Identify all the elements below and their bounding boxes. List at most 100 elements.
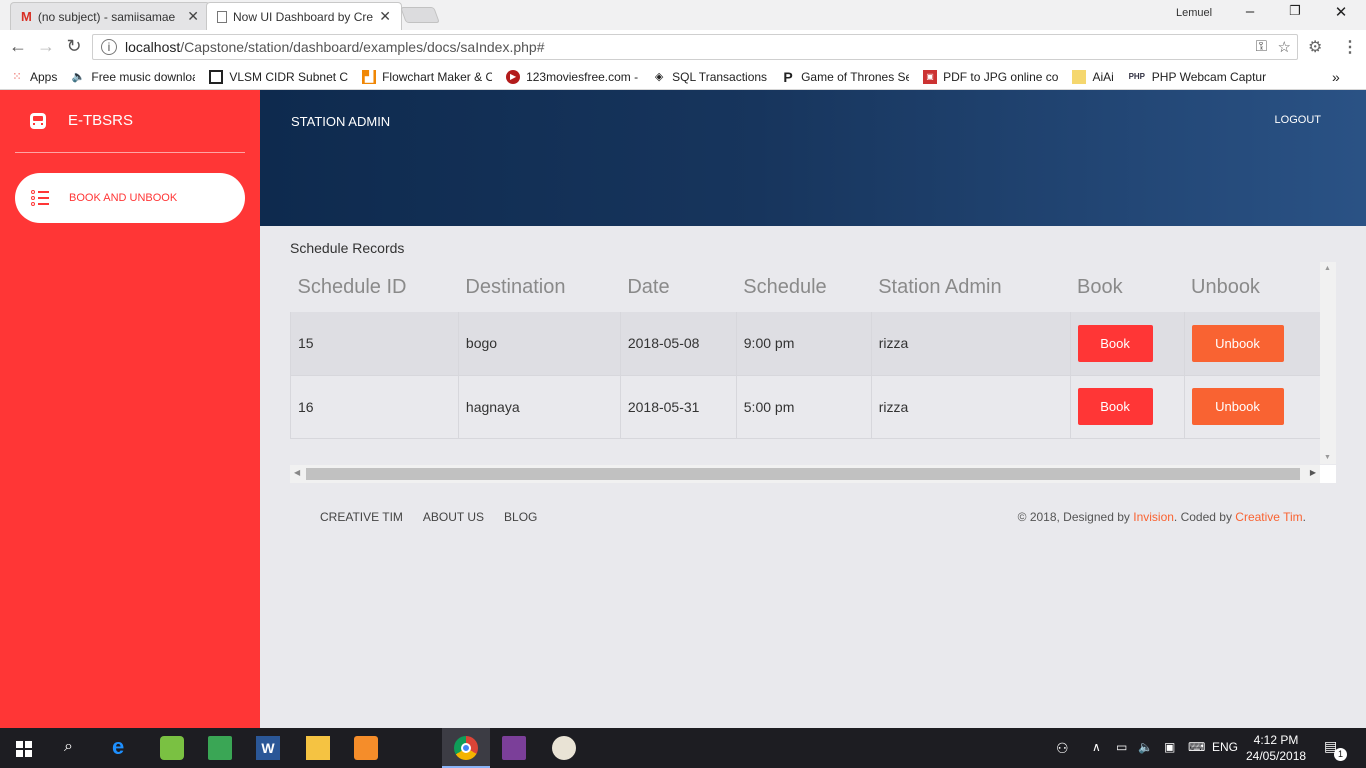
cell-book: Book xyxy=(1069,375,1184,439)
vlsm-icon xyxy=(209,69,224,84)
column-header: Station Admin xyxy=(878,275,1002,298)
profile-name[interactable]: Lemuel xyxy=(1176,7,1212,19)
creative-tim-link[interactable]: Creative Tim xyxy=(1235,510,1302,524)
bookmark-item[interactable]: 🔈 Free music download xyxy=(71,70,196,84)
battery-icon[interactable]: ▭ xyxy=(1116,740,1127,754)
close-window-icon[interactable]: ✕ xyxy=(1326,3,1356,21)
paint-icon[interactable] xyxy=(552,736,576,760)
reload-icon[interactable]: ↻ xyxy=(62,36,86,57)
column-header: Schedule xyxy=(743,275,827,298)
media-player-icon[interactable] xyxy=(354,736,378,760)
unbook-button[interactable]: Unbook xyxy=(1191,388,1284,425)
speaker-icon: 🔈 xyxy=(71,70,86,83)
bookmark-apps[interactable]: ⁙ Apps xyxy=(10,70,57,84)
cell-destination: bogo xyxy=(457,312,621,376)
notepad-icon[interactable] xyxy=(208,736,232,760)
cell-schedule-id: 16 xyxy=(290,375,459,439)
p-icon: P xyxy=(783,69,793,84)
table-header-row: Schedule ID Destination Date Schedule St… xyxy=(291,262,1321,312)
bookmark-item[interactable]: ▣ PDF to JPG online co xyxy=(923,69,1058,84)
keyboard-icon[interactable]: ⌨ xyxy=(1188,740,1205,754)
book-button[interactable]: Book xyxy=(1077,388,1153,425)
search-icon[interactable]: ⌕ xyxy=(64,738,73,756)
horizontal-scrollbar[interactable]: ◀ ▶ xyxy=(290,465,1320,483)
bookmark-item[interactable]: PHP PHP Webcam Captur xyxy=(1128,70,1267,84)
table-row: 15 bogo 2018-05-08 9:00 pm rizza Book Un… xyxy=(290,312,1320,376)
star-icon[interactable]: ☆ xyxy=(1278,38,1291,56)
bookmark-item[interactable]: ▶ 123moviesfree.com - xyxy=(506,69,638,84)
tab-dashboard[interactable]: Now UI Dashboard by Cre ✕ xyxy=(206,2,402,30)
people-icon[interactable]: ⚇ xyxy=(1056,740,1069,757)
flowchart-icon: ▟ xyxy=(362,69,377,84)
info-icon[interactable]: i xyxy=(101,39,117,55)
sidebar-item-book-and-unbook[interactable]: BOOK AND UNBOOK xyxy=(15,173,245,223)
windows-start-icon[interactable] xyxy=(16,741,32,757)
footer-nav: CREATIVE TIM ABOUT US BLOG xyxy=(320,510,537,524)
train-icon xyxy=(30,112,46,129)
copyright-prefix: © 2018, Designed by xyxy=(1017,510,1134,524)
section-title: Schedule Records xyxy=(290,240,405,256)
volume-icon[interactable]: 🔈 xyxy=(1138,740,1153,754)
cell-date: 2018-05-31 xyxy=(619,375,737,439)
footer-link-blog[interactable]: BLOG xyxy=(504,510,537,524)
network-icon[interactable]: ▣ xyxy=(1164,740,1175,754)
brand-name: E-TBSRS xyxy=(68,112,134,129)
key-icon[interactable]: ⚿ xyxy=(1256,38,1267,55)
minimize-icon[interactable]: – xyxy=(1235,3,1265,20)
logout-link[interactable]: LOGOUT xyxy=(1275,114,1321,126)
tab-label: Now UI Dashboard by Cre xyxy=(233,9,374,24)
brand[interactable]: E-TBSRS xyxy=(30,112,133,129)
page-title[interactable]: STATION ADMIN xyxy=(291,114,390,129)
new-tab-button[interactable] xyxy=(400,7,440,23)
url-bar[interactable]: i localhost/Capstone/station/dashboard/e… xyxy=(92,34,1298,60)
list-icon xyxy=(31,190,49,206)
forward-icon[interactable]: → xyxy=(34,36,58,57)
app-icon[interactable] xyxy=(160,736,184,760)
taskbar-chrome-active[interactable] xyxy=(442,728,490,768)
url-path: /Capstone/station/dashboard/examples/doc… xyxy=(180,39,545,55)
scroll-right-icon[interactable]: ▶ xyxy=(1310,468,1316,477)
footer-link-about-us[interactable]: ABOUT US xyxy=(423,510,484,524)
copyright-mid: . Coded by xyxy=(1173,510,1236,524)
scroll-down-icon[interactable]: ▼ xyxy=(1324,454,1331,461)
schedule-table: Schedule ID Destination Date Schedule St… xyxy=(290,262,1320,439)
close-icon[interactable]: ✕ xyxy=(187,8,199,25)
edge-icon[interactable]: e xyxy=(112,734,124,760)
unbook-button[interactable]: Unbook xyxy=(1191,324,1284,362)
winrar-icon[interactable] xyxy=(502,736,526,760)
clock[interactable]: 4:12 PM 24/05/2018 xyxy=(1246,732,1306,764)
bookmark-item[interactable]: ◈ SQL Transactions xyxy=(652,70,767,84)
close-icon[interactable]: ✕ xyxy=(379,8,391,25)
page-icon xyxy=(217,10,227,23)
vertical-scrollbar[interactable]: ▲ ▼ xyxy=(1320,262,1336,464)
scrollbar-thumb[interactable] xyxy=(306,468,1300,480)
scroll-left-icon[interactable]: ◀ xyxy=(294,468,300,477)
book-button[interactable]: Book xyxy=(1077,324,1153,362)
invision-link[interactable]: Invision xyxy=(1133,510,1174,524)
more-bookmarks-button[interactable]: » xyxy=(1332,69,1340,85)
language-indicator[interactable]: ENG xyxy=(1212,740,1238,754)
bookmark-item[interactable]: ▟ Flowchart Maker & O xyxy=(362,69,492,84)
sidebar: E-TBSRS BOOK AND UNBOOK xyxy=(0,90,260,728)
tab-gmail[interactable]: M (no subject) - samiisamae ✕ xyxy=(10,2,210,30)
file-explorer-icon[interactable] xyxy=(306,736,330,760)
main-header: STATION ADMIN LOGOUT xyxy=(260,90,1366,226)
movies-icon: ▶ xyxy=(506,69,521,84)
menu-icon[interactable]: ⋮ xyxy=(1342,37,1358,57)
word-icon[interactable]: W xyxy=(256,736,280,760)
back-icon[interactable]: ← xyxy=(6,36,30,57)
extension-icon[interactable]: ⚙ xyxy=(1308,37,1322,57)
scroll-up-icon[interactable]: ▲ xyxy=(1324,265,1331,272)
clock-date: 24/05/2018 xyxy=(1246,749,1307,763)
schedule-table-container: Schedule ID Destination Date Schedule St… xyxy=(290,262,1320,462)
chevron-up-icon[interactable]: ∧ xyxy=(1092,740,1101,754)
copyright-suffix: . xyxy=(1302,510,1306,524)
bookmark-item[interactable]: P Game of Thrones Se xyxy=(781,70,909,84)
footer-link-creative-tim[interactable]: CREATIVE TIM xyxy=(320,510,403,524)
restore-icon[interactable]: ❐ xyxy=(1280,3,1310,19)
column-header: Book xyxy=(1077,275,1123,298)
bookmark-item[interactable]: AiAi xyxy=(1072,69,1114,84)
notification-badge: 1 xyxy=(1334,748,1347,761)
bookmark-item[interactable]: VLSM CIDR Subnet C xyxy=(209,69,348,84)
cell-date: 2018-05-08 xyxy=(619,312,737,376)
